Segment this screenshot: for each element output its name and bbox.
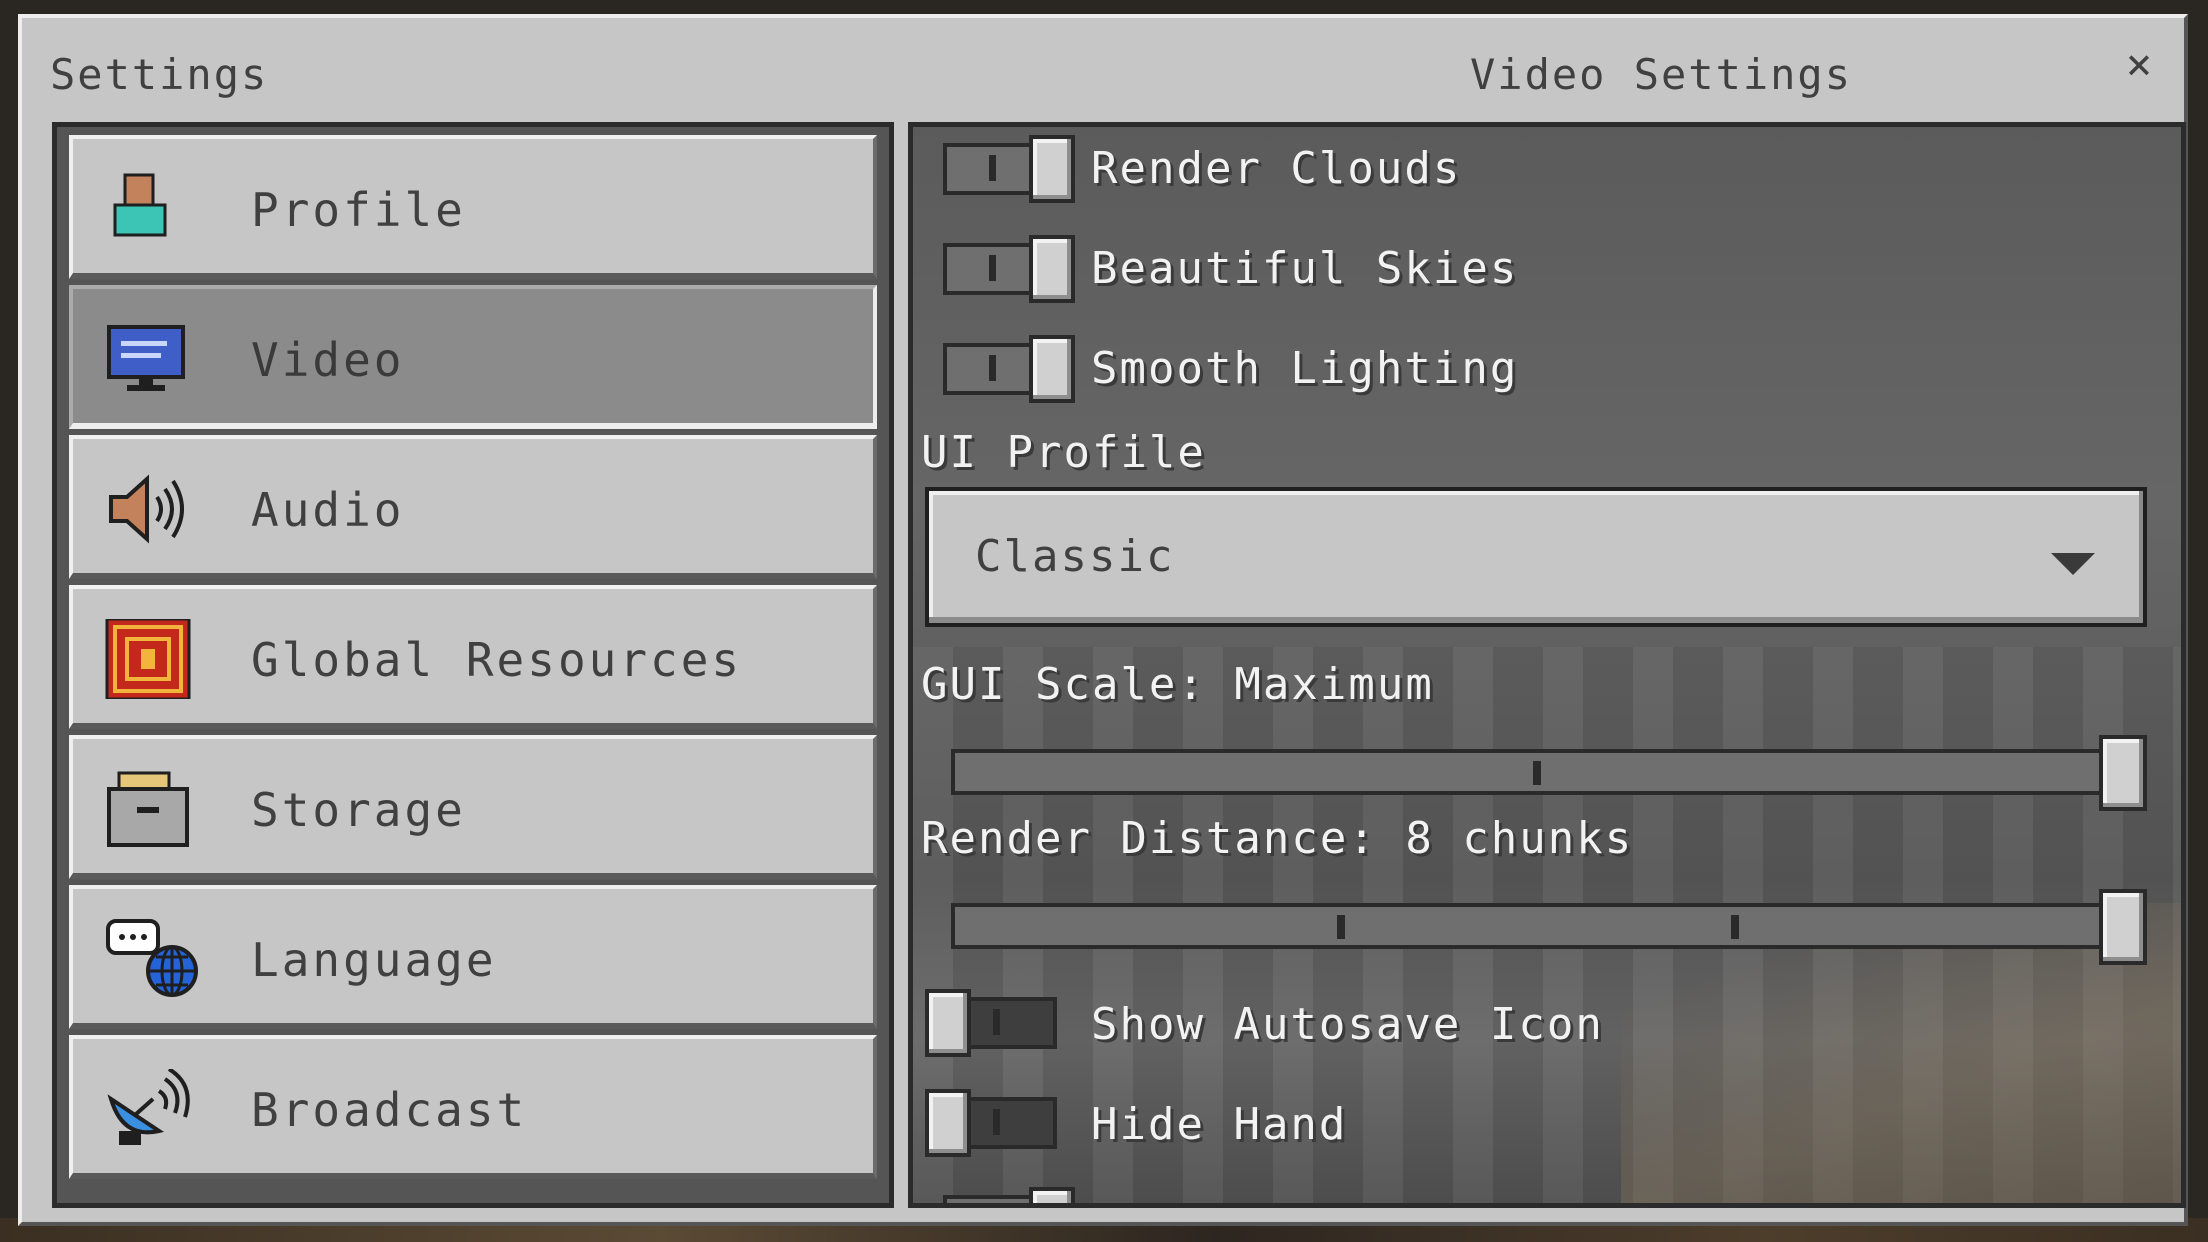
slider-knob[interactable] <box>2099 889 2147 965</box>
smooth-lighting-label: Smooth Lighting <box>1091 343 1519 394</box>
resource-pack-icon <box>105 619 191 699</box>
settings-sidebar: Profile Video Audio Global Resources Sto… <box>52 122 894 1208</box>
render-clouds-label: Render Clouds <box>1091 143 1462 194</box>
ui-profile-dropdown[interactable]: Classic <box>925 487 2147 627</box>
render-distance-slider[interactable] <box>951 889 2147 965</box>
profile-icon <box>113 173 167 237</box>
speaker-icon <box>109 474 184 544</box>
show-autosave-icon-toggle[interactable] <box>925 989 1057 1057</box>
gui-scale-slider[interactable] <box>951 735 2147 811</box>
slider-knob[interactable] <box>2099 735 2147 811</box>
toggle-knob <box>1029 335 1075 403</box>
slider-tick <box>1533 761 1541 785</box>
sidebar-item-broadcast[interactable]: Broadcast <box>69 1035 877 1179</box>
ui-profile-value: Classic <box>975 531 1175 582</box>
toggle-pip <box>993 1109 1000 1135</box>
language-globe-icon <box>106 919 198 997</box>
beautiful-skies-toggle[interactable] <box>943 235 1075 303</box>
hide-hand-toggle[interactable] <box>925 1089 1057 1157</box>
hide-hand-label: Hide Hand <box>1091 1099 1348 1150</box>
sidebar-item-label: Global Resources <box>251 633 743 687</box>
slider-track <box>951 903 2131 949</box>
smooth-lighting-toggle[interactable] <box>943 335 1075 403</box>
sidebar-item-label: Language <box>251 933 497 987</box>
toggle-knob <box>1029 1187 1075 1203</box>
toggle-pip <box>993 1009 1000 1035</box>
sidebar-item-label: Storage <box>251 783 466 837</box>
toggle-pip <box>989 155 996 181</box>
toggle-pip <box>989 355 996 381</box>
sidebar-item-video[interactable]: Video <box>69 285 877 429</box>
beautiful-skies-label: Beautiful Skies <box>1091 243 1519 294</box>
sidebar-item-global-resources[interactable]: Global Resources <box>69 585 877 729</box>
sidebar-item-language[interactable]: Language <box>69 885 877 1029</box>
slider-tick <box>1731 915 1739 939</box>
sidebar-item-label: Audio <box>251 483 405 537</box>
storage-box-icon <box>107 771 189 847</box>
toggle-knob <box>925 1089 971 1157</box>
close-button[interactable]: × <box>2112 38 2166 92</box>
ui-profile-label: UI Profile <box>921 427 1206 478</box>
show-autosave-icon-label: Show Autosave Icon <box>1091 999 1604 1050</box>
sidebar-item-label: Profile <box>251 183 466 237</box>
toggle-knob <box>1029 235 1075 303</box>
monitor-icon <box>107 325 185 391</box>
toggle-pip <box>989 255 996 281</box>
sidebar-item-audio[interactable]: Audio <box>69 435 877 579</box>
toggle-knob <box>925 989 971 1057</box>
render-clouds-toggle[interactable] <box>943 135 1075 203</box>
settings-title: Settings <box>50 50 269 99</box>
next-option-toggle[interactable] <box>943 1187 1075 1203</box>
sidebar-item-storage[interactable]: Storage <box>69 735 877 879</box>
gui-scale-label: GUI Scale: Maximum <box>921 659 1434 710</box>
sidebar-item-label: Video <box>251 333 405 387</box>
sidebar-item-profile[interactable]: Profile <box>69 135 877 279</box>
video-settings-panel: Render Clouds Beautiful Skies Smooth Lig… <box>908 122 2186 1208</box>
settings-window: Settings Video Settings × Profile Video <box>18 14 2188 1226</box>
chevron-down-icon <box>2051 553 2095 575</box>
panel-title: Video Settings <box>1470 50 1853 99</box>
satellite-dish-icon <box>107 1069 190 1145</box>
toggle-knob <box>1029 135 1075 203</box>
sidebar-item-label: Broadcast <box>251 1083 528 1137</box>
render-distance-label: Render Distance: 8 chunks <box>921 813 1634 864</box>
slider-tick <box>1337 915 1345 939</box>
slider-track <box>951 749 2131 795</box>
